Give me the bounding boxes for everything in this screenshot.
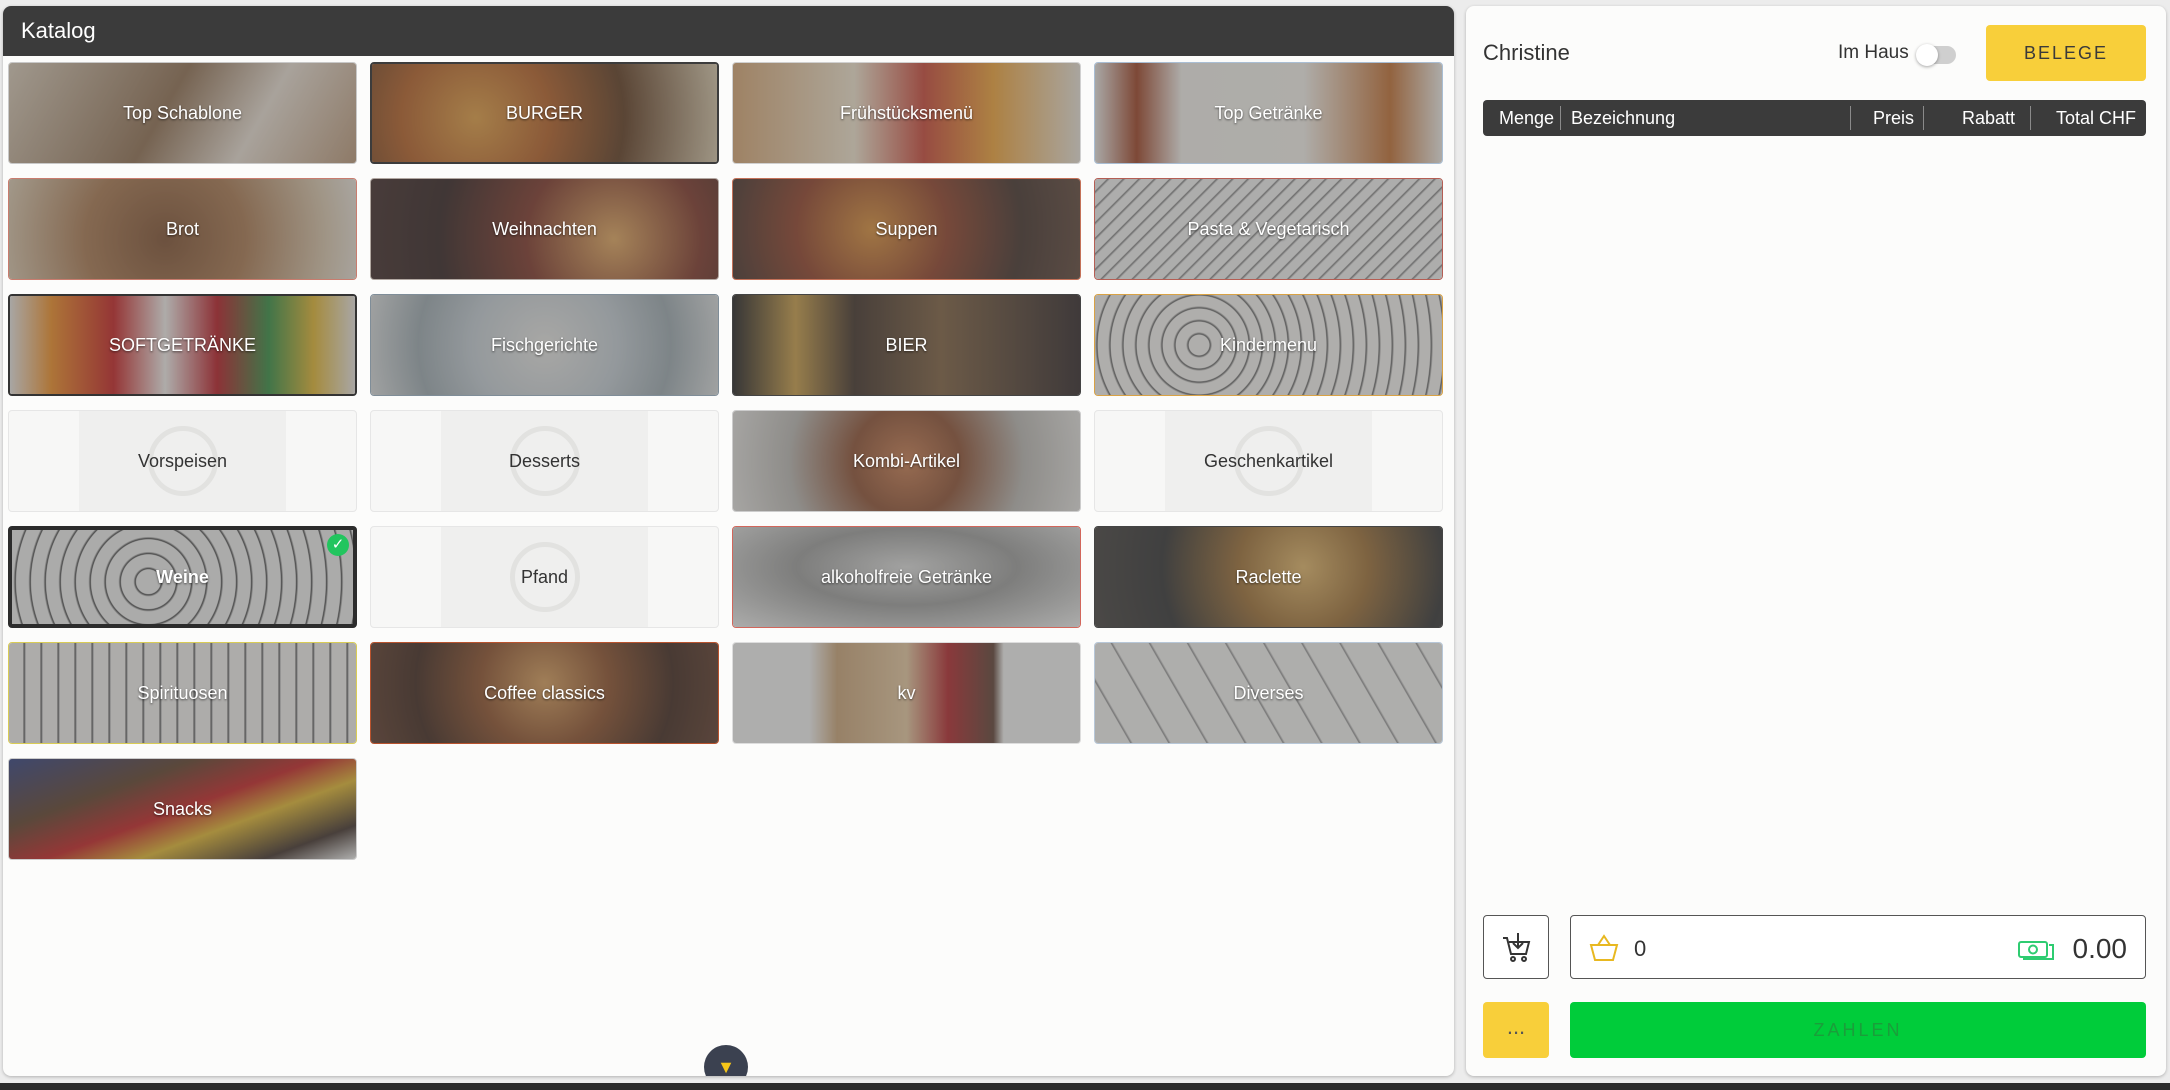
receipts-button[interactable]: BELEGE xyxy=(1986,25,2146,81)
category-tile-geschenkartikel[interactable]: Geschenkartikel xyxy=(1094,410,1443,512)
chevron-down-icon: ▼ xyxy=(717,1057,735,1076)
category-tile-weihnachten[interactable]: Weihnachten xyxy=(370,178,719,280)
catalog-title: Katalog xyxy=(21,18,96,43)
basket-icon xyxy=(1589,934,1619,961)
order-table-header: Menge Bezeichnung Preis Rabatt Total CHF xyxy=(1483,100,2146,136)
tile-label: Coffee classics xyxy=(484,682,605,703)
order-totals-box: 0 0.00 xyxy=(1570,915,2146,979)
scroll-down-button[interactable]: ▼ xyxy=(704,1045,748,1076)
item-count: 0 xyxy=(1634,936,1647,961)
column-divider xyxy=(1560,106,1561,130)
toggle-knob xyxy=(1916,44,1938,66)
in-house-toggle[interactable] xyxy=(1916,44,1956,66)
tile-label: alkoholfreie Getränke xyxy=(820,566,993,587)
column-header-total: Total CHF xyxy=(2056,108,2137,128)
tile-label: Frühstücksmenü xyxy=(839,102,974,123)
tile-label: Desserts xyxy=(508,450,580,471)
category-tile-coffee-classics[interactable]: Coffee classics xyxy=(370,642,719,744)
tile-label: Geschenkartikel xyxy=(1203,450,1334,471)
pay-button-label: ZAHLEN xyxy=(1813,1019,1903,1040)
receipts-button-label: BELEGE xyxy=(2023,42,2109,63)
column-divider xyxy=(2030,106,2031,130)
category-tile-vorspeisen[interactable]: Vorspeisen xyxy=(8,410,357,512)
more-options-label: ... xyxy=(1506,1014,1526,1039)
tile-label: Spirituosen xyxy=(137,682,228,703)
category-tile-snacks[interactable]: Snacks xyxy=(8,758,357,860)
bottom-edge-bar xyxy=(0,1083,2170,1090)
more-options-button[interactable]: ... xyxy=(1483,1002,1549,1058)
tile-label: Snacks xyxy=(152,798,213,819)
tile-label: Pasta & Vegetarisch xyxy=(1187,218,1350,239)
category-tile-spirituosen[interactable]: Spirituosen xyxy=(8,642,357,744)
basket-download-button[interactable] xyxy=(1483,915,1549,979)
column-divider xyxy=(1923,106,1924,130)
order-panel: Christine Im Haus BELEGE Menge Bezeichnu… xyxy=(1466,6,2166,1076)
tile-label: Brot xyxy=(165,218,199,239)
tile-label: Weine xyxy=(156,566,209,587)
category-tile-pasta-vegetarisch[interactable]: Pasta & Vegetarisch xyxy=(1094,178,1443,280)
column-header-discount: Rabatt xyxy=(1962,108,2016,128)
category-tile-burger[interactable]: BURGER xyxy=(370,62,719,164)
tile-label: Vorspeisen xyxy=(137,450,228,471)
tile-label: BIER xyxy=(885,334,928,355)
catalog-panel: Katalog Top Schablone BURGER Frühstücksm… xyxy=(3,6,1454,1076)
category-tile-fischgerichte[interactable]: Fischgerichte xyxy=(370,294,719,396)
tile-label: SOFTGETRÄNKE xyxy=(108,334,256,355)
tile-label: Top Schablone xyxy=(122,102,243,123)
column-divider xyxy=(1850,106,1851,130)
tile-label: Pfand xyxy=(520,566,569,587)
customer-name: Christine xyxy=(1483,40,1570,65)
selected-check-icon: ✓ xyxy=(327,534,349,556)
column-header-description: Bezeichnung xyxy=(1571,108,1676,128)
category-tile-kindermenu[interactable]: Kindermenu xyxy=(1094,294,1443,396)
category-tile-alkoholfreie-getraenke[interactable]: alkoholfreie Getränke xyxy=(732,526,1081,628)
pay-button[interactable]: ZAHLEN xyxy=(1570,1002,2146,1058)
category-tile-fruehstuecksmenue[interactable]: Frühstücksmenü xyxy=(732,62,1081,164)
category-tile-desserts[interactable]: Desserts xyxy=(370,410,719,512)
category-tile-weine[interactable]: ✓ Weine xyxy=(8,526,357,628)
tile-label: BURGER xyxy=(505,102,583,123)
tile-label: Raclette xyxy=(1235,566,1302,587)
category-tile-bier[interactable]: BIER xyxy=(732,294,1081,396)
category-tile-kombi-artikel[interactable]: Kombi-Artikel xyxy=(732,410,1081,512)
category-tile-top-getraenke[interactable]: Top Getränke xyxy=(1094,62,1443,164)
category-tile-softgetraenke[interactable]: SOFTGETRÄNKE xyxy=(8,294,357,396)
column-header-price: Preis xyxy=(1873,108,1915,128)
column-header-quantity: Menge xyxy=(1499,108,1555,128)
category-tile-top-schablone[interactable]: Top Schablone xyxy=(8,62,357,164)
category-tile-diverses[interactable]: Diverses xyxy=(1094,642,1443,744)
category-tile-suppen[interactable]: Suppen xyxy=(732,178,1081,280)
tile-label: Suppen xyxy=(875,218,938,239)
total-amount: 0.00 xyxy=(2072,933,2128,964)
tile-label: Weihnachten xyxy=(492,218,597,239)
tile-label: Kombi-Artikel xyxy=(852,450,961,471)
category-tile-brot[interactable]: Brot xyxy=(8,178,357,280)
tile-label: Top Getränke xyxy=(1214,102,1323,123)
catalog-header: Katalog xyxy=(3,6,1454,56)
in-house-label: Im Haus xyxy=(1838,42,1909,63)
category-tile-raclette[interactable]: Raclette xyxy=(1094,526,1443,628)
tile-label: Diverses xyxy=(1233,682,1304,703)
tile-label: kv xyxy=(897,682,916,703)
category-tile-pfand[interactable]: Pfand xyxy=(370,526,719,628)
tile-label: Kindermenu xyxy=(1219,334,1318,355)
tile-label: Fischgerichte xyxy=(490,334,599,355)
category-tile-kv[interactable]: kv xyxy=(732,642,1081,744)
cash-icon xyxy=(2018,941,2054,960)
basket-download-icon xyxy=(1503,933,1531,962)
